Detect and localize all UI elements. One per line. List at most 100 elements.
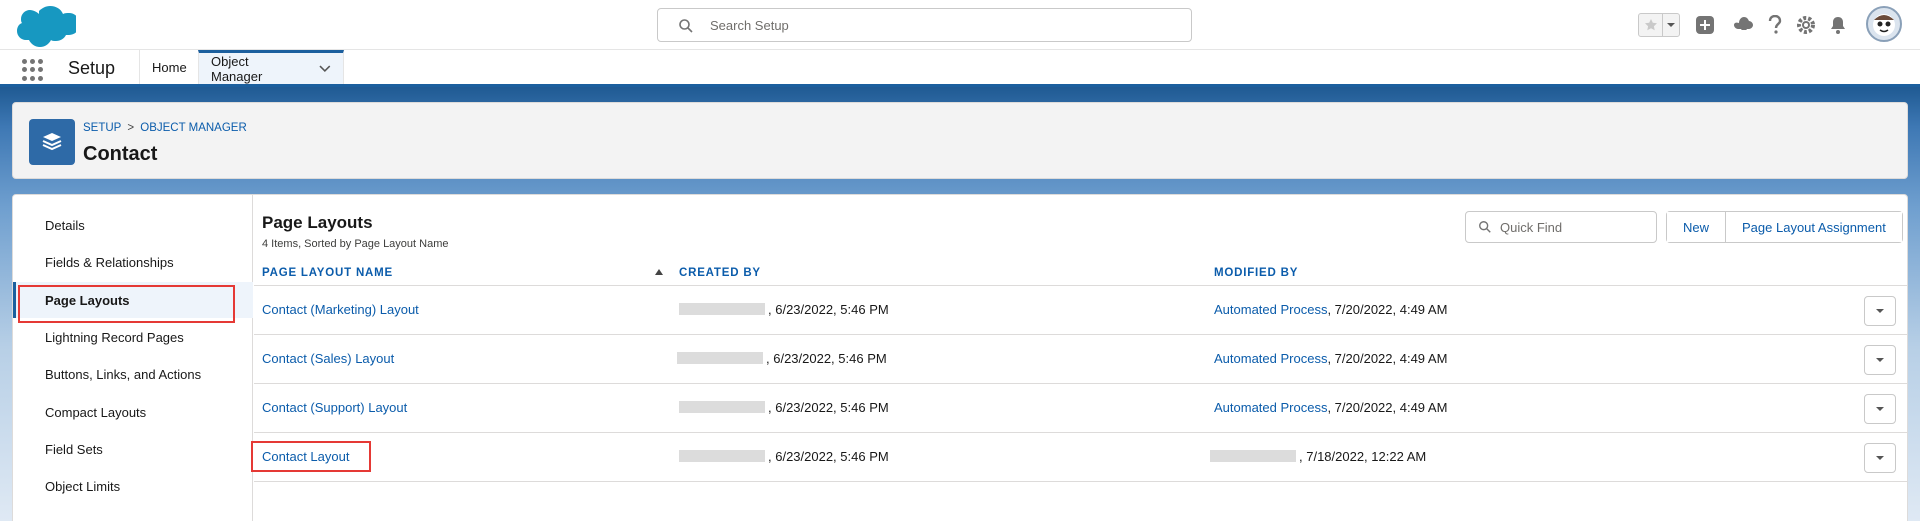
sidebar-item-compact-layouts[interactable]: Compact Layouts (13, 394, 253, 430)
gear-icon (1797, 16, 1815, 34)
avatar[interactable] (1866, 6, 1902, 42)
global-actions-button[interactable] (1693, 13, 1717, 37)
created-date: , 6/23/2022, 5:46 PM (766, 351, 887, 366)
tab-object-manager[interactable]: Object Manager (198, 50, 344, 84)
sidebar-item-label: Fields & Relationships (45, 254, 174, 270)
column-header-page-layout-name[interactable]: PAGE LAYOUT NAME (262, 267, 393, 279)
layout-name-link[interactable]: Contact (Sales) Layout (262, 351, 394, 366)
layout-name-link[interactable]: Contact (Support) Layout (262, 400, 407, 415)
row-actions-button[interactable] (1864, 443, 1896, 473)
quick-find-placeholder: Quick Find (1500, 220, 1563, 235)
salesforce-cloud-logo[interactable] (14, 5, 76, 47)
breadcrumb-setup[interactable]: SETUP (83, 122, 121, 134)
main-panel: Details Fields & Relationships Page Layo… (12, 194, 1908, 521)
redacted-user (677, 352, 763, 364)
created-date: , 6/23/2022, 5:46 PM (768, 400, 889, 415)
app-launcher-icon[interactable] (22, 59, 44, 81)
layers-icon (29, 119, 75, 165)
trailhead-button[interactable] (1732, 13, 1756, 37)
action-button-group: New Page Layout Assignment (1666, 211, 1903, 243)
modified-date: , 7/20/2022, 4:49 AM (1327, 302, 1448, 317)
chevron-down-icon[interactable] (319, 65, 331, 73)
sidebar-item-label: Object Limits (45, 478, 121, 494)
quick-find-input[interactable]: Quick Find (1465, 211, 1657, 243)
redacted-user (679, 401, 765, 413)
chevron-down-icon (1876, 456, 1884, 460)
search-icon (1479, 221, 1491, 233)
app-name: Setup (68, 58, 116, 78)
page-layout-assignment-button[interactable]: Page Layout Assignment (1725, 212, 1902, 242)
table-header: PAGE LAYOUT NAME CREATED BY MODIFIED BY (254, 260, 1907, 286)
column-header-created-by[interactable]: CREATED BY (679, 267, 761, 279)
modified-by-cell: Automated Process, 7/20/2022, 4:49 AM (1214, 400, 1447, 415)
tab-home-label: Home (152, 59, 187, 75)
breadcrumb: SETUP > OBJECT MANAGER (83, 122, 247, 134)
modified-date: , 7/20/2022, 4:49 AM (1327, 351, 1448, 366)
astro-avatar-icon (1873, 14, 1895, 36)
sidebar-item-details[interactable]: Details (13, 207, 253, 243)
table-row: Contact (Sales) Layout , 6/23/2022, 5:46… (254, 335, 1907, 384)
notifications-button[interactable] (1826, 13, 1850, 37)
object-header: SETUP > OBJECT MANAGER Contact (12, 102, 1908, 179)
content-subtitle: 4 Items, Sorted by Page Layout Name (262, 238, 449, 250)
sidebar: Details Fields & Relationships Page Layo… (13, 195, 253, 521)
page-layouts-content: Page Layouts 4 Items, Sorted by Page Lay… (251, 195, 1907, 521)
breadcrumb-separator: > (127, 122, 135, 134)
sort-up-icon[interactable] (654, 268, 664, 276)
modified-by-cell: , 7/18/2022, 12:22 AM (1210, 449, 1426, 464)
created-by-cell: , 6/23/2022, 5:46 PM (679, 302, 889, 317)
row-actions-button[interactable] (1864, 394, 1896, 424)
tab-object-manager-label: Object Manager (211, 53, 263, 84)
redacted-user (1210, 450, 1296, 462)
sidebar-item-label: Details (45, 217, 85, 233)
sidebar-item-fields-relationships[interactable]: Fields & Relationships (13, 244, 253, 280)
chevron-down-icon (1876, 358, 1884, 362)
tab-home[interactable]: Home (139, 50, 199, 84)
sidebar-item-label: Page Layouts (45, 292, 130, 308)
global-header: Search Setup (0, 0, 1920, 50)
chevron-down-icon (1876, 407, 1884, 411)
plus-icon (1696, 16, 1714, 34)
favorites-star-button[interactable] (1639, 14, 1663, 36)
modified-by-user-link[interactable]: Automated Process (1214, 351, 1327, 366)
sidebar-item-lightning-record-pages[interactable]: Lightning Record Pages (13, 319, 253, 355)
sidebar-item-field-sets[interactable]: Field Sets (13, 431, 253, 467)
modified-date: , 7/18/2022, 12:22 AM (1299, 449, 1427, 464)
modified-by-user-link[interactable]: Automated Process (1214, 400, 1327, 415)
row-actions-button[interactable] (1864, 345, 1896, 375)
help-icon (1768, 15, 1782, 34)
context-bar: Setup Home Object Manager (0, 50, 1920, 87)
modified-by-user-link[interactable]: Automated Process (1214, 302, 1327, 317)
sidebar-item-buttons-links-actions[interactable]: Buttons, Links, and Actions (13, 356, 253, 392)
search-setup-input[interactable]: Search Setup (657, 8, 1192, 42)
breadcrumb-object-manager[interactable]: OBJECT MANAGER (140, 122, 247, 134)
row-actions-button[interactable] (1864, 296, 1896, 326)
layout-name-link[interactable]: Contact Layout (262, 449, 349, 464)
sidebar-item-object-limits[interactable]: Object Limits (13, 468, 253, 504)
trailhead-icon (1734, 17, 1753, 30)
new-button[interactable]: New (1667, 212, 1726, 242)
table-row: Contact (Support) Layout , 6/23/2022, 5:… (254, 384, 1907, 433)
created-date: , 6/23/2022, 5:46 PM (768, 302, 889, 317)
modified-date: , 7/20/2022, 4:49 AM (1327, 400, 1448, 415)
help-button[interactable] (1763, 13, 1787, 37)
favorites-dropdown-button[interactable] (1663, 14, 1679, 36)
sidebar-item-page-layouts[interactable]: Page Layouts (13, 282, 253, 318)
modified-by-cell: Automated Process, 7/20/2022, 4:49 AM (1214, 351, 1447, 366)
page-title: Contact (83, 143, 158, 165)
favorites-button-group (1638, 13, 1680, 37)
sidebar-item-label: Buttons, Links, and Actions (45, 366, 202, 382)
sidebar-item-label: Field Sets (45, 441, 103, 457)
setup-gear-button[interactable] (1794, 13, 1818, 37)
bell-icon (1831, 17, 1845, 34)
created-date: , 6/23/2022, 5:46 PM (768, 449, 889, 464)
search-icon (679, 19, 693, 33)
content-title: Page Layouts (262, 213, 373, 232)
layout-name-link[interactable]: Contact (Marketing) Layout (262, 302, 419, 317)
column-header-modified-by[interactable]: MODIFIED BY (1214, 267, 1298, 279)
created-by-cell: , 6/23/2022, 5:46 PM (679, 400, 889, 415)
table-row: Contact (Marketing) Layout , 6/23/2022, … (254, 286, 1907, 335)
sidebar-item-label: Compact Layouts (45, 404, 147, 420)
created-by-cell: , 6/23/2022, 5:46 PM (679, 449, 889, 464)
star-icon (1644, 19, 1657, 31)
